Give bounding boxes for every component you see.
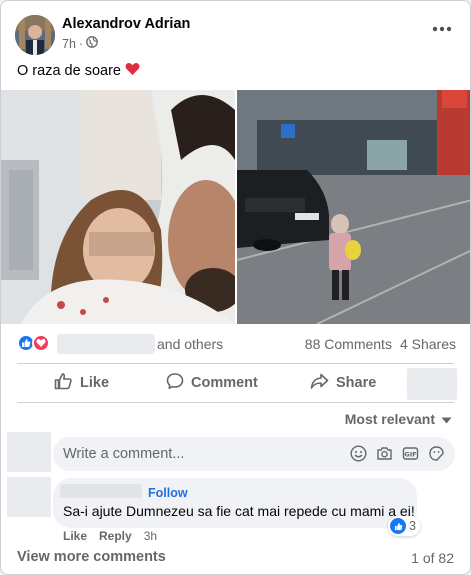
shares-count[interactable]: 4 Shares bbox=[400, 336, 456, 352]
like-button[interactable]: Like bbox=[54, 365, 109, 401]
caret-down-icon bbox=[441, 411, 452, 427]
red-heart-icon bbox=[125, 62, 140, 80]
reactor-names-redacted bbox=[57, 334, 155, 354]
share-icon bbox=[310, 372, 329, 394]
post-card: Alexandrov Adrian 7h · O raza de soare a… bbox=[0, 0, 471, 575]
reactions-bar: and others 88 Comments 4 Shares bbox=[1, 324, 470, 362]
comment-input-tools: GIF bbox=[350, 445, 445, 462]
and-others-label[interactable]: and others bbox=[157, 336, 223, 352]
comment-input-placeholder: Write a comment... bbox=[63, 446, 185, 462]
gif-icon[interactable]: GIF bbox=[402, 445, 419, 462]
commenter-name-redacted[interactable] bbox=[60, 484, 142, 498]
divider bbox=[17, 402, 454, 403]
comment-button[interactable]: Comment bbox=[166, 365, 258, 401]
globe-icon bbox=[86, 36, 98, 51]
divider bbox=[17, 363, 454, 364]
author-avatar[interactable] bbox=[15, 15, 55, 55]
share-as-avatar-redacted[interactable] bbox=[407, 368, 457, 400]
comment-reactions-badge[interactable]: 3 bbox=[388, 516, 420, 536]
share-label: Share bbox=[336, 375, 377, 391]
love-reaction-icon bbox=[32, 334, 50, 352]
sort-label: Most relevant bbox=[344, 411, 435, 427]
engagement-counts: 88 Comments 4 Shares bbox=[305, 336, 456, 352]
post-time[interactable]: 7h bbox=[62, 37, 76, 51]
comment-like-link[interactable]: Like bbox=[63, 529, 87, 543]
comment-time[interactable]: 3h bbox=[144, 529, 157, 543]
sticker-icon[interactable] bbox=[428, 445, 445, 462]
reaction-icons[interactable] bbox=[17, 334, 50, 352]
comment-bubble: Follow Sa-i ajute Dumnezeu sa fie cat ma… bbox=[53, 478, 417, 528]
comment-reaction-count: 3 bbox=[409, 519, 416, 533]
post-text-content: O raza de soare bbox=[17, 63, 121, 79]
comment-icon bbox=[166, 372, 184, 394]
post-actions: Like Comment Share bbox=[1, 365, 470, 401]
emoji-icon[interactable] bbox=[350, 445, 367, 462]
comment-reply-link[interactable]: Reply bbox=[99, 529, 132, 543]
share-button[interactable]: Share bbox=[310, 365, 376, 401]
comment-label: Comment bbox=[191, 375, 258, 391]
author-name[interactable]: Alexandrov Adrian bbox=[62, 16, 190, 32]
more-options-button[interactable] bbox=[432, 19, 452, 33]
comment-text: Sa-i ajute Dumnezeu sa fie cat mai reped… bbox=[63, 503, 415, 519]
comment-sort-dropdown[interactable]: Most relevant bbox=[345, 411, 452, 427]
meta-separator: · bbox=[78, 36, 84, 51]
follow-link[interactable]: Follow bbox=[148, 486, 188, 500]
like-label: Like bbox=[80, 375, 110, 391]
comment-actions: Like Reply 3h bbox=[63, 529, 157, 543]
post-photo-selfie[interactable] bbox=[1, 90, 235, 324]
post-photo-parking[interactable] bbox=[237, 90, 470, 324]
view-more-comments-link[interactable]: View more comments bbox=[17, 549, 166, 565]
comments-count[interactable]: 88 Comments bbox=[305, 336, 392, 352]
camera-icon[interactable] bbox=[376, 445, 393, 462]
comments-pagination: 1 of 82 bbox=[411, 550, 454, 566]
svg-text:GIF: GIF bbox=[404, 451, 416, 459]
comment-input[interactable]: Write a comment... GIF bbox=[53, 437, 455, 471]
post-meta: 7h · bbox=[62, 36, 98, 51]
like-reaction-icon bbox=[390, 518, 406, 534]
viewer-avatar-redacted[interactable] bbox=[7, 432, 51, 472]
like-icon bbox=[54, 372, 73, 394]
post-text: O raza de soare bbox=[17, 62, 140, 80]
commenter-avatar-redacted[interactable] bbox=[7, 477, 51, 517]
